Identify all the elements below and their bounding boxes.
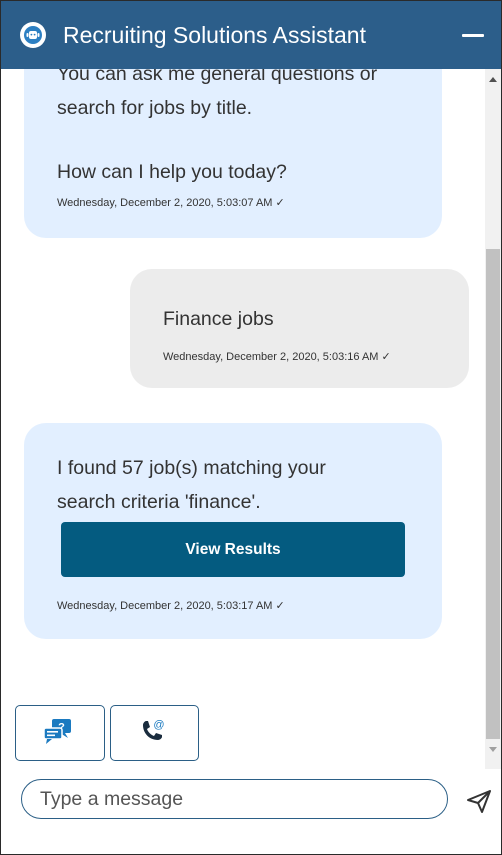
message-input[interactable]: [40, 786, 430, 812]
svg-text:@: @: [153, 719, 164, 731]
phone-contact-icon: @: [143, 719, 165, 740]
scroll-up-icon[interactable]: [489, 77, 497, 82]
chat-title: Recruiting Solutions Assistant: [63, 22, 366, 48]
scrollbar-thumb[interactable]: [486, 249, 500, 739]
minimize-icon[interactable]: [460, 21, 486, 47]
composer: [1, 769, 501, 854]
message-timestamp: Wednesday, December 2, 2020, 5:03:16 AM …: [163, 351, 391, 363]
scroll-down-icon[interactable]: [489, 747, 497, 752]
view-results-button[interactable]: View Results: [61, 522, 405, 577]
message-timestamp: Wednesday, December 2, 2020, 5:03:17 AM …: [57, 600, 285, 612]
faq-chat-icon: ?: [43, 719, 71, 744]
message-text: search criteria 'finance'.: [57, 491, 261, 513]
contact-button[interactable]: @: [110, 705, 199, 761]
message-timestamp: Wednesday, December 2, 2020, 5:03:07 AM …: [57, 197, 285, 209]
message-text: search for jobs by title.: [57, 97, 253, 119]
chat-widget: Recruiting Solutions Assistant You can a…: [0, 0, 502, 855]
bot-message: You can ask me general questions or sear…: [24, 69, 442, 238]
message-text: How can I help you today?: [57, 161, 287, 183]
message-text: I found 57 job(s) matching your: [57, 457, 326, 479]
message-input-box: [21, 779, 448, 819]
scrollbar[interactable]: [485, 69, 501, 769]
faq-button[interactable]: ?: [15, 705, 105, 761]
headset-bot-icon: [20, 22, 46, 48]
message-text: Finance jobs: [163, 308, 274, 330]
message-text: You can ask me general questions or: [57, 69, 378, 85]
send-icon[interactable]: [465, 787, 493, 815]
message-list: You can ask me general questions or sear…: [1, 69, 485, 769]
user-message: Finance jobs Wednesday, December 2, 2020…: [130, 269, 469, 388]
chat-header: Recruiting Solutions Assistant: [1, 1, 501, 69]
